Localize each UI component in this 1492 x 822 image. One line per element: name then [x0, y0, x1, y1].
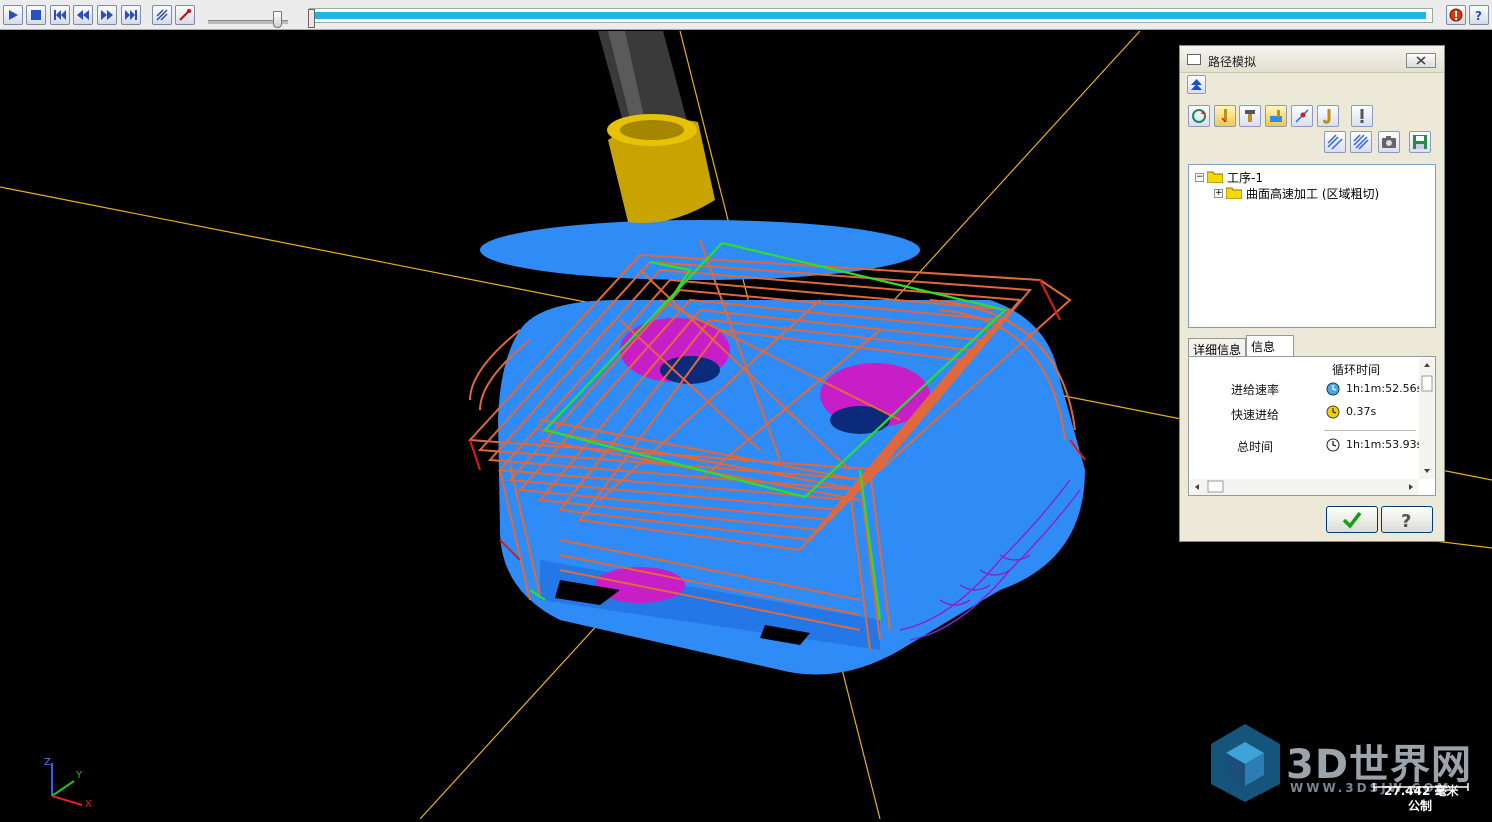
- cycle-time-header: 循环时间: [1332, 363, 1381, 377]
- camera-icon: [1382, 136, 1396, 148]
- skip-to-end-button[interactable]: [121, 5, 141, 25]
- dialog-titlebar[interactable]: 路径模拟: [1180, 46, 1444, 73]
- window-icon: [1187, 54, 1201, 65]
- toolpath-style-button[interactable]: [1324, 131, 1346, 153]
- total-time-label: 总时间: [1237, 440, 1274, 454]
- watermark-logo: [1211, 724, 1280, 802]
- folder-icon: [1226, 187, 1242, 199]
- feed-rate-label: 进给速率: [1231, 383, 1280, 397]
- tool-shank-icon: [1322, 109, 1331, 124]
- toolpath-density-button[interactable]: [1350, 131, 1372, 153]
- stop-button[interactable]: [26, 5, 46, 25]
- expand-toggle[interactable]: +: [1214, 188, 1223, 198]
- stock-icon: [1270, 110, 1282, 122]
- feed-rate-value: 1h:1m:52.56s: [1346, 382, 1423, 395]
- folder-icon: [1207, 171, 1223, 183]
- show-tool-button[interactable]: [1214, 105, 1236, 127]
- dense-hatch-icon: [1353, 134, 1369, 150]
- axis-y-label: Y: [75, 770, 83, 781]
- info-panel: 循环时间 进给速率 1h:1m:52.56s 快速进给 0.37s 总时间 1h…: [1188, 356, 1436, 496]
- step-back-button[interactable]: [73, 5, 93, 25]
- skip-to-start-button[interactable]: [50, 5, 70, 25]
- svg-text:?: ?: [1401, 511, 1411, 530]
- rapid-feed-value: 0.37s: [1346, 405, 1377, 418]
- total-time-value: 1h:1m:53.93s: [1346, 438, 1423, 451]
- step-forward-button[interactable]: [97, 5, 117, 25]
- scale-unit: 公制: [1408, 799, 1433, 813]
- collapse-panel-button[interactable]: [1187, 75, 1206, 94]
- svg-text:?: ?: [1475, 9, 1482, 22]
- axis-x-label: X: [85, 799, 92, 810]
- refresh-icon: [1192, 109, 1206, 123]
- progress-fill: [312, 12, 1426, 19]
- collapse-toggle[interactable]: −: [1195, 172, 1204, 182]
- horizontal-scrollbar[interactable]: [1190, 479, 1419, 495]
- exclamation-icon: [1360, 109, 1364, 123]
- screenshot-button[interactable]: [1378, 131, 1400, 153]
- stop-alert-button[interactable]: [1446, 5, 1466, 25]
- show-holder-button[interactable]: [1239, 105, 1261, 127]
- show-toolpath-button[interactable]: [1291, 105, 1313, 127]
- simulation-progress-bar[interactable]: [309, 8, 1433, 23]
- tree-item-label: 曲面高速加工 (区域粗切): [1246, 186, 1380, 201]
- play-button[interactable]: [3, 5, 23, 25]
- hatch-icon: [1327, 134, 1343, 150]
- toolpath-display-button[interactable]: [152, 5, 172, 25]
- save-icon: [1413, 135, 1427, 149]
- tool-display-button[interactable]: [175, 5, 195, 25]
- axis-triad: Z Y X: [44, 757, 92, 810]
- operation-tree[interactable]: − 工序-1 + 曲面高速加工 (区域粗切): [1188, 164, 1436, 328]
- toolpath-icon: [1295, 109, 1309, 123]
- close-button[interactable]: [1406, 53, 1436, 68]
- tree-item-operation[interactable]: − 工序-1: [1195, 169, 1263, 185]
- scrollbar-arrows: [1421, 363, 1433, 473]
- total-divider: [1324, 430, 1416, 431]
- cutting-tool: [598, 31, 715, 224]
- scrollbar-arrows: [1195, 480, 1413, 493]
- close-icon: [1416, 56, 1426, 65]
- show-tool-shank-button[interactable]: [1317, 105, 1339, 127]
- simulation-toolbar: ?: [0, 0, 1492, 30]
- tool-icon: [1221, 109, 1227, 123]
- axis-z-label: Z: [44, 757, 51, 768]
- total-clock-icon: [1326, 438, 1340, 452]
- dialog-title: 路径模拟: [1208, 55, 1257, 69]
- save-button[interactable]: [1409, 131, 1431, 153]
- rapid-feed-label: 快速进给: [1231, 408, 1280, 422]
- help-button[interactable]: ?: [1469, 5, 1489, 25]
- holder-icon: [1245, 110, 1255, 122]
- ok-button[interactable]: [1326, 506, 1378, 533]
- collapse-up-icon: [1191, 79, 1202, 90]
- tab-info[interactable]: 信息: [1246, 335, 1294, 356]
- dialog-help-button[interactable]: ?: [1381, 506, 1433, 533]
- vertical-scrollbar[interactable]: [1419, 358, 1435, 479]
- path-simulation-dialog[interactable]: 路径模拟 − 工序-1 + 曲面高速加工 (区域粗切) 详细信息 信息 循环时间…: [1179, 45, 1445, 542]
- tree-item-label: 工序-1: [1227, 170, 1263, 185]
- show-stock-button[interactable]: [1265, 105, 1287, 127]
- tab-details[interactable]: 详细信息: [1188, 338, 1246, 357]
- question-icon: ?: [1401, 511, 1411, 530]
- rapid-clock-icon: [1326, 405, 1340, 419]
- feed-clock-icon: [1326, 382, 1340, 396]
- progress-start-marker[interactable]: [308, 9, 315, 28]
- speed-slider-thumb[interactable]: [273, 11, 282, 28]
- tree-item-toolpath[interactable]: + 曲面高速加工 (区域粗切): [1214, 185, 1379, 201]
- cycle-view-button[interactable]: [1188, 105, 1210, 127]
- checkmark-icon: [1342, 511, 1362, 529]
- alert-settings-button[interactable]: [1351, 105, 1373, 127]
